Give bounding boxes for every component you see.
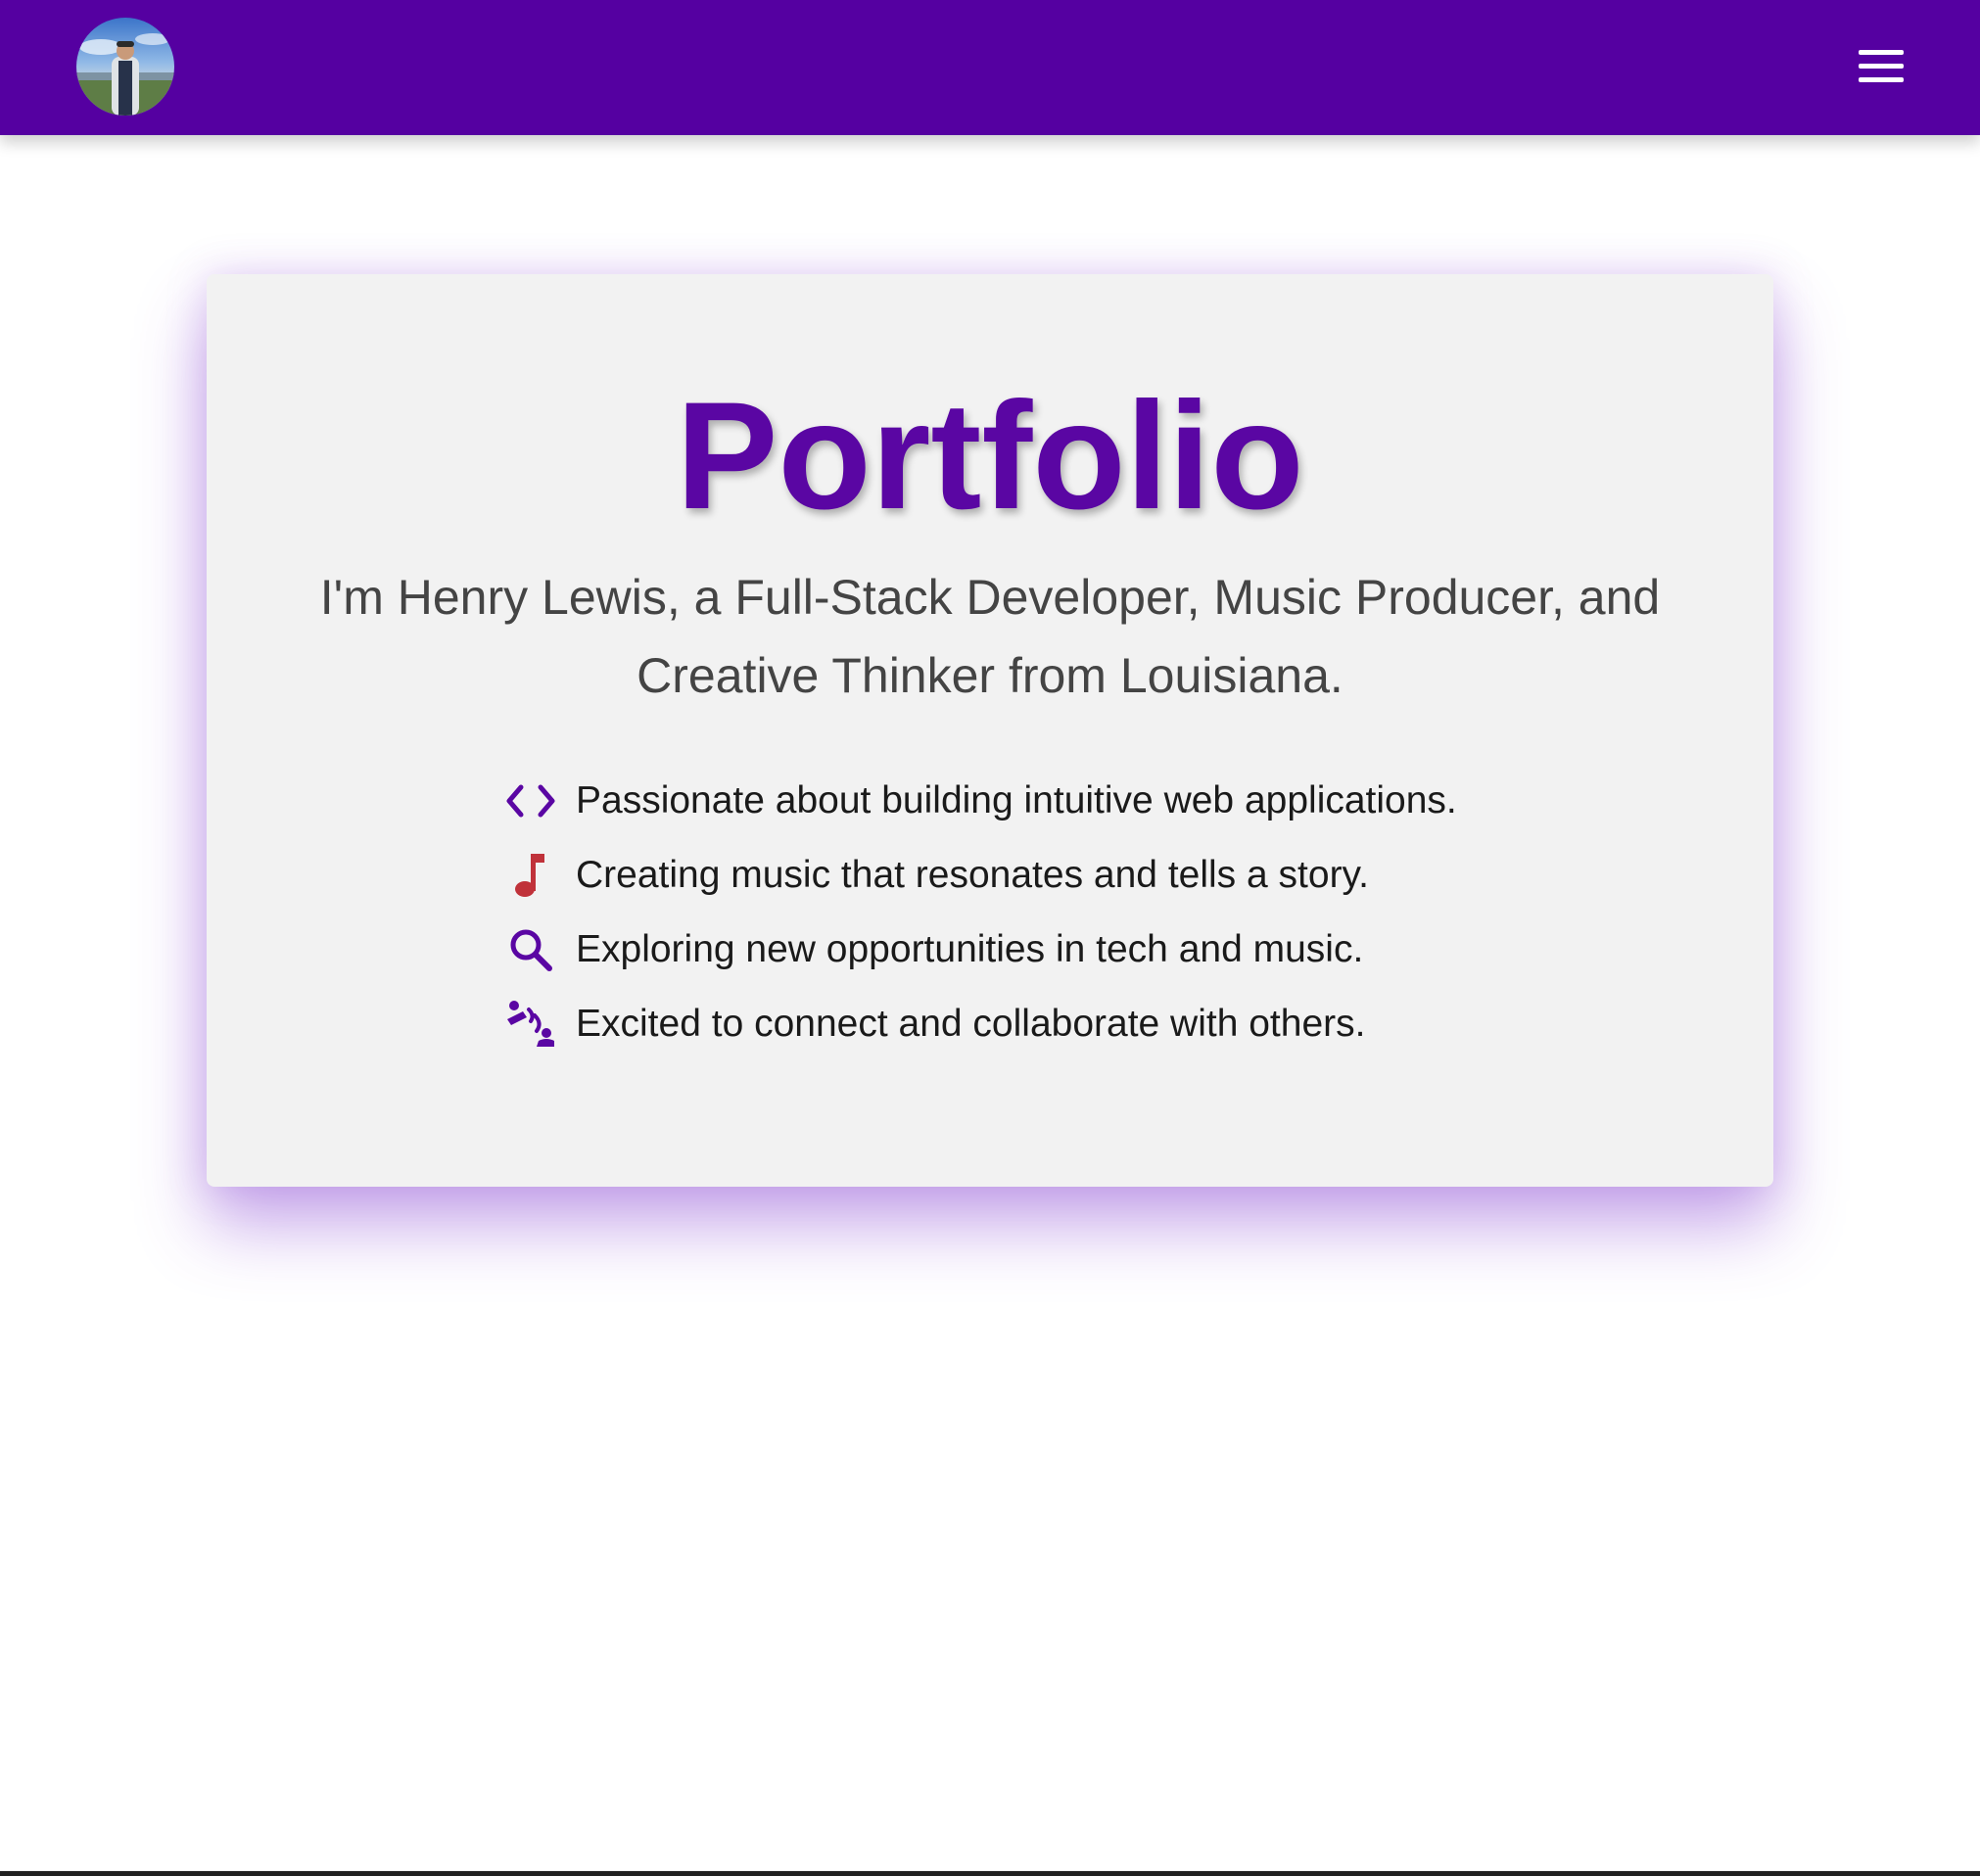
page-title: Portfolio — [676, 371, 1304, 541]
list-item: Excited to connect and collaborate with … — [501, 987, 1579, 1061]
intro-text: I'm Henry Lewis, a Full-Stack Developer,… — [319, 570, 1661, 703]
code-icon — [501, 774, 560, 828]
search-icon — [501, 922, 560, 977]
list-item-text: Excited to connect and collaborate with … — [576, 1003, 1366, 1045]
list-item: Exploring new opportunities in tech and … — [501, 913, 1579, 987]
music-note-icon — [501, 848, 560, 903]
list-item: Creating music that resonates and tells … — [501, 838, 1579, 913]
highlights-list: Passionate about building intuitive web … — [501, 764, 1579, 1061]
avatar[interactable] — [76, 18, 174, 116]
hamburger-menu-icon[interactable] — [1857, 47, 1906, 86]
list-item-text: Exploring new opportunities in tech and … — [576, 928, 1364, 970]
list-item-text: Creating music that resonates and tells … — [576, 854, 1369, 896]
list-item-text: Passionate about building intuitive web … — [576, 779, 1457, 821]
list-item: Passionate about building intuitive web … — [501, 764, 1579, 838]
people-collaborate-icon — [501, 997, 560, 1052]
window-bottom-edge — [0, 1871, 1980, 1876]
navbar — [0, 0, 1980, 135]
